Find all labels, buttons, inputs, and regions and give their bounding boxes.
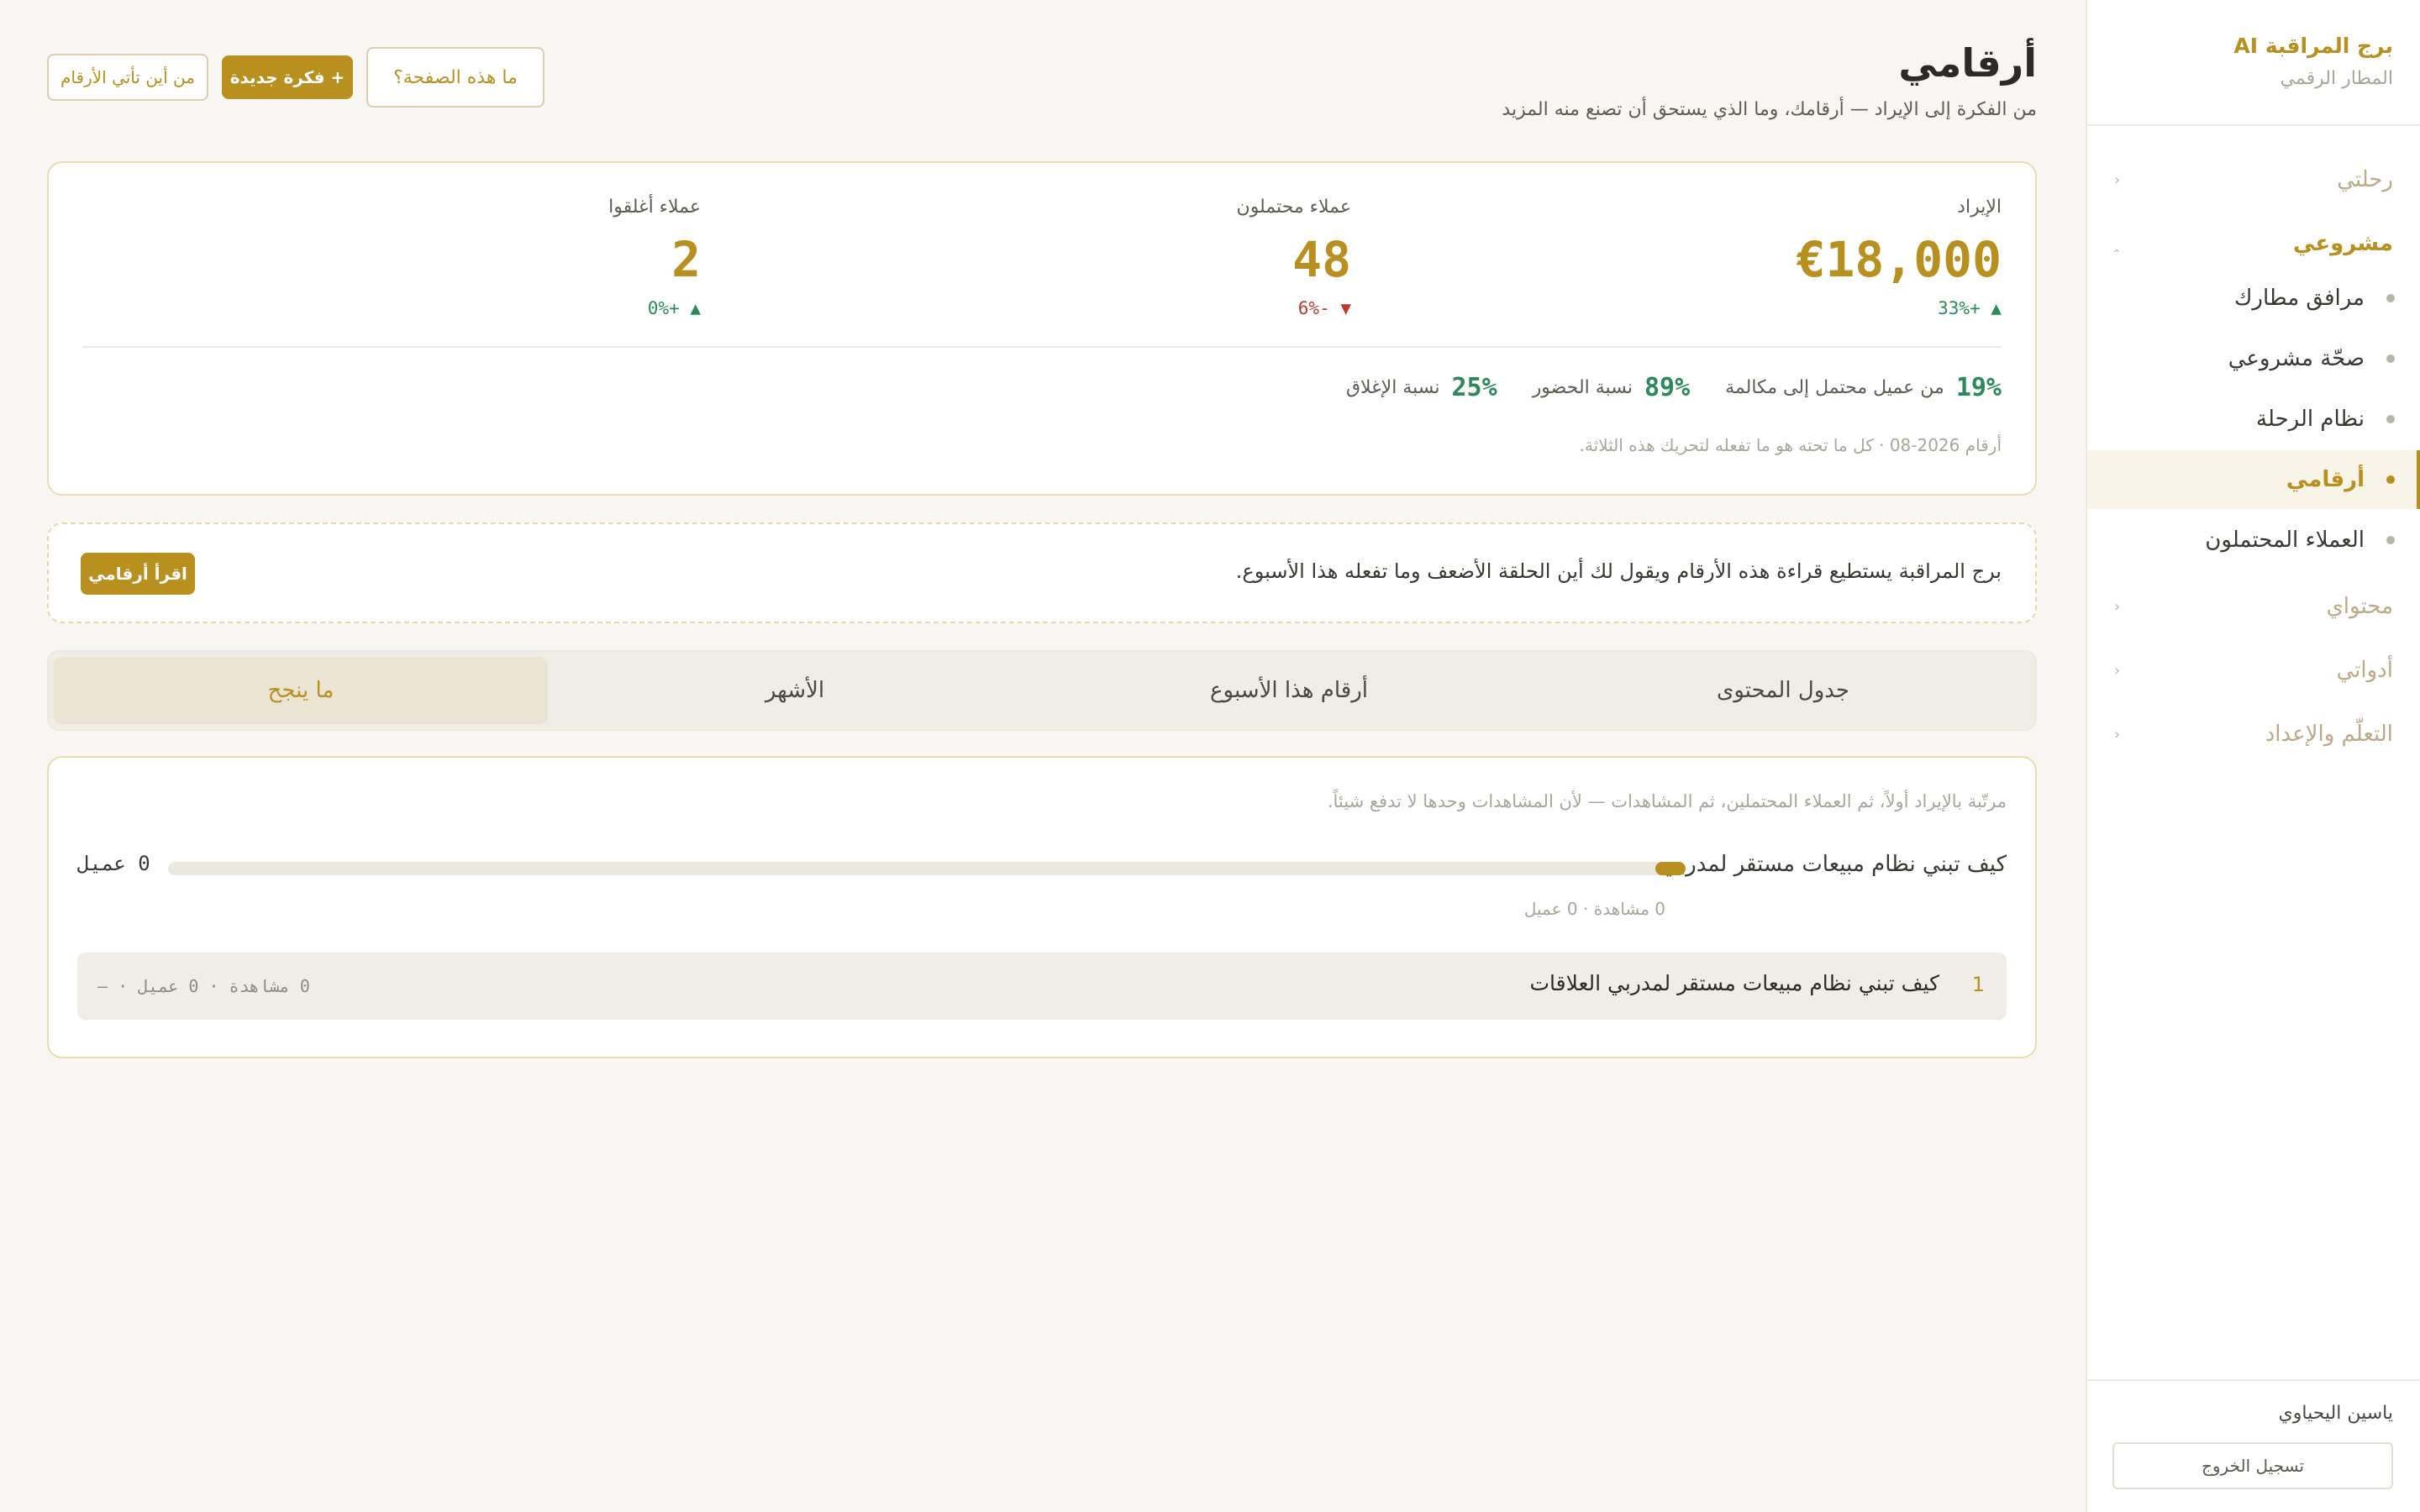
ratio-label: من عميل محتمل إلى مكالمة bbox=[1725, 377, 1944, 398]
content-bar-track bbox=[168, 862, 1686, 875]
sidebar-item-my-numbers[interactable]: أرقامي bbox=[2087, 450, 2420, 509]
nav-group-label: مشروعي bbox=[2293, 231, 2393, 256]
brand: برج المراقبة AI المطار الرقمي bbox=[2087, 0, 2420, 126]
metric-value: €18,000 bbox=[1796, 231, 2002, 288]
user-name: ياسين اليحياوي bbox=[2278, 1403, 2393, 1424]
brand-title: برج المراقبة AI bbox=[2233, 34, 2393, 58]
metric-label: عملاء محتملون bbox=[1236, 197, 1351, 218]
what-works-card: مرتّبة بالإيراد أولاً، ثم العملاء المحتم… bbox=[47, 756, 2037, 1058]
list-item[interactable]: 1 كيف تبني نظام مبيعات مستقر لمدربي العل… bbox=[77, 953, 2007, 1020]
list-item-meta: 0 مشاهدة · 0 عميل · — bbox=[97, 976, 310, 996]
list-item-rank: 1 bbox=[1971, 973, 1985, 996]
logout-button[interactable]: تسجيل الخروج bbox=[2112, 1442, 2393, 1489]
tab-months[interactable]: الأشهر bbox=[548, 657, 1042, 724]
advisor-card: برج المراقبة يستطيع قراءة هذه الأرقام وي… bbox=[47, 522, 2037, 623]
bullet-icon bbox=[2386, 354, 2395, 363]
ratio-value: 19% bbox=[1955, 373, 2002, 402]
bullet-icon bbox=[2386, 294, 2395, 302]
conversion-ratios: 19% من عميل محتمل إلى مكالمة 89% نسبة ال… bbox=[1346, 373, 2002, 402]
tab-what-works[interactable]: ما ينجح bbox=[54, 657, 548, 724]
ranking-note: مرتّبة بالإيراد أولاً، ثم العملاء المحتم… bbox=[1327, 791, 2007, 811]
content-bar-row: كيف تبني نظام مبيعات مستقر لمدربي 0 عميل bbox=[77, 850, 2007, 884]
sidebar-item-project-health[interactable]: صحّة مشروعي bbox=[2087, 329, 2420, 388]
stats-note: أرقام 2026-08 · كل ما تحته هو ما تفعله ل… bbox=[1579, 435, 2002, 455]
bullet-icon bbox=[2386, 475, 2395, 484]
metric-leads: عملاء محتملون 48 ▼ -6% bbox=[1237, 197, 1351, 318]
brand-subtitle: المطار الرقمي bbox=[2280, 68, 2393, 89]
list-item-title: كيف تبني نظام مبيعات مستقر لمدربي العلاق… bbox=[1529, 971, 1939, 995]
sidebar: برج المراقبة AI المطار الرقمي رحلتي ‹ مش… bbox=[2086, 0, 2420, 1512]
sidebar-item-airport-facilities[interactable]: مرافق مطارك bbox=[2087, 269, 2420, 328]
ratio-value: 25% bbox=[1451, 373, 1497, 402]
bullet-icon bbox=[2386, 536, 2395, 544]
ratio-label: نسبة الحضور bbox=[1532, 377, 1633, 398]
user-box: ياسين اليحياوي تسجيل الخروج bbox=[2087, 1379, 2420, 1512]
content-bar-title: كيف تبني نظام مبيعات مستقر لمدربي bbox=[1661, 852, 2007, 877]
page-subtitle: من الفكرة إلى الإيراد — أرقامك، وما الذي… bbox=[1502, 99, 2037, 120]
nav-group-my-project[interactable]: مشروعي ‸ bbox=[2087, 218, 2420, 269]
ratio-attendance: 89% نسبة الحضور bbox=[1533, 373, 1690, 402]
tab-this-week-numbers[interactable]: أرقام هذا الأسبوع bbox=[1042, 657, 1536, 724]
content-bar-meta: 0 مشاهدة · 0 عميل bbox=[1523, 899, 1665, 919]
metric-revenue: الإيراد €18,000 ▲ +33% bbox=[1797, 197, 2002, 318]
metric-label: الإيراد bbox=[1957, 197, 2002, 218]
content-bar-count: 0 عميل bbox=[77, 852, 150, 875]
metric-delta: ▲ +0% bbox=[647, 298, 701, 318]
sidebar-item-label: صحّة مشروعي bbox=[2228, 346, 2365, 371]
sidebar-item-journey-system[interactable]: نظام الرحلة bbox=[2087, 390, 2420, 449]
nav-group-label: أدواتي bbox=[2336, 658, 2394, 683]
tabs: جدول المحتوى أرقام هذا الأسبوع الأشهر ما… bbox=[47, 650, 2037, 731]
sidebar-item-label: أرقامي bbox=[2286, 467, 2365, 492]
content-bar-fill bbox=[1655, 862, 1686, 875]
metric-value: 2 bbox=[671, 231, 701, 288]
nav-group-my-content[interactable]: محتواي ‹ bbox=[2087, 581, 2420, 632]
new-idea-button[interactable]: + فكرة جديدة bbox=[222, 55, 353, 99]
ratio-value: 89% bbox=[1644, 373, 1691, 402]
header-actions: من أين تأتي الأرقام + فكرة جديدة ما هذه … bbox=[47, 47, 544, 108]
stats-card: الإيراد €18,000 ▲ +33% عملاء محتملون 48 … bbox=[47, 161, 2037, 496]
page-title: أرقامي bbox=[1898, 40, 2037, 86]
sidebar-item-leads[interactable]: العملاء المحتملون bbox=[2087, 511, 2420, 570]
sidebar-item-label: العملاء المحتملون bbox=[2205, 528, 2365, 553]
nav-group-my-tools[interactable]: أدواتي ‹ bbox=[2087, 645, 2420, 696]
bullet-icon bbox=[2386, 415, 2395, 423]
nav-group-label: محتواي bbox=[2326, 594, 2393, 619]
ratio-label: نسبة الإغلاق bbox=[1345, 377, 1440, 398]
sidebar-item-label: مرافق مطارك bbox=[2233, 286, 2365, 311]
chevron-left-icon: ‹ bbox=[2114, 171, 2121, 189]
divider bbox=[82, 346, 2002, 348]
main-content: أرقامي من الفكرة إلى الإيراد — أرقامك، و… bbox=[0, 0, 2084, 1512]
sidebar-item-label: نظام الرحلة bbox=[2256, 407, 2365, 432]
read-my-numbers-button[interactable]: اقرأ أرقامي bbox=[81, 553, 195, 595]
page-help-button[interactable]: ما هذه الصفحة؟ bbox=[366, 47, 544, 108]
nav-group-label: رحلتي bbox=[2337, 167, 2393, 192]
nav-group-learning-setup[interactable]: التعلّم والإعداد ‹ bbox=[2087, 709, 2420, 759]
ratio-close-rate: 25% نسبة الإغلاق bbox=[1346, 373, 1497, 402]
numbers-source-button[interactable]: من أين تأتي الأرقام bbox=[47, 54, 208, 101]
metric-delta: ▼ -6% bbox=[1297, 298, 1351, 318]
chevron-left-icon: ‹ bbox=[2114, 725, 2121, 743]
tab-content-schedule[interactable]: جدول المحتوى bbox=[1536, 657, 2030, 724]
metric-closed-clients: عملاء أغلقوا 2 ▲ +0% bbox=[608, 197, 701, 318]
metric-value: 48 bbox=[1292, 231, 1351, 288]
metric-label: عملاء أغلقوا bbox=[608, 197, 701, 218]
chevron-left-icon: ‹ bbox=[2114, 661, 2121, 680]
chevron-up-icon: ‸ bbox=[2114, 234, 2120, 253]
app-root: برج المراقبة AI المطار الرقمي رحلتي ‹ مش… bbox=[0, 0, 2420, 1512]
chevron-left-icon: ‹ bbox=[2114, 597, 2121, 616]
nav-group-my-journey[interactable]: رحلتي ‹ bbox=[2087, 155, 2420, 205]
ratio-lead-to-call: 19% من عميل محتمل إلى مكالمة bbox=[1725, 373, 2002, 402]
metric-delta: ▲ +33% bbox=[1938, 298, 2002, 318]
advisor-text: برج المراقبة يستطيع قراءة هذه الأرقام وي… bbox=[1235, 559, 2002, 583]
nav-group-label: التعلّم والإعداد bbox=[2265, 722, 2393, 747]
